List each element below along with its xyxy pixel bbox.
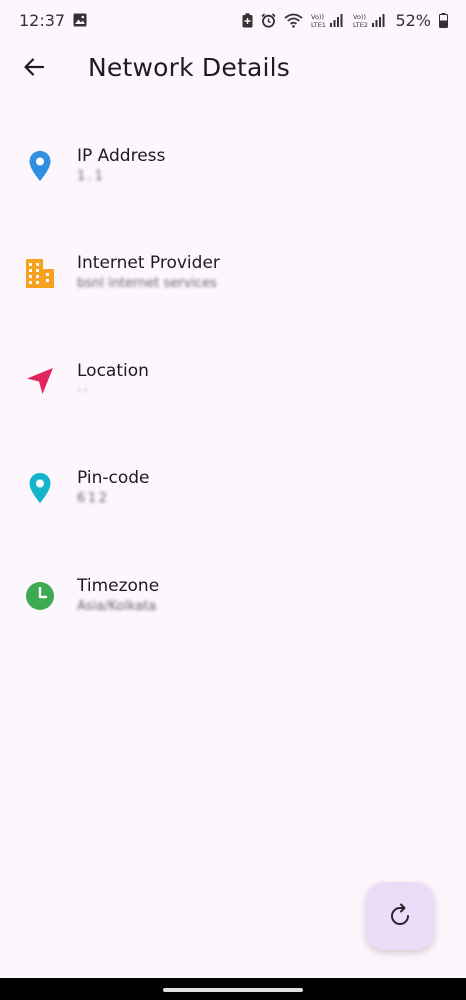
building-icon	[24, 257, 56, 289]
battery-icon	[439, 12, 448, 28]
item-title: Internet Provider	[77, 253, 220, 274]
item-value: Asia/Kolkata	[77, 598, 157, 614]
list-item-text: Pin-code 6 1 2	[77, 467, 150, 509]
alarm-icon	[261, 12, 277, 28]
list-item-text: Location · ·	[77, 360, 149, 402]
clock-icon	[24, 580, 56, 612]
list-item-internet-provider[interactable]: Internet Provider bsnl internet services	[0, 220, 466, 328]
refresh-button[interactable]	[366, 882, 434, 950]
status-time: 12:37	[19, 10, 66, 30]
item-value: 6 1 2	[77, 491, 108, 507]
list-item-ip-address[interactable]: IP Address 1 . 1	[0, 112, 466, 220]
svg-text:Vo)): Vo))	[353, 13, 366, 21]
status-left: 12:37	[19, 11, 87, 30]
item-value: bsnl internet services	[77, 276, 217, 292]
arrow-back-icon	[24, 58, 45, 76]
status-bar: 12:37 Vo)) LTE1 Vo)) LTE2 52%	[0, 0, 466, 40]
battery-saver-icon	[242, 12, 253, 28]
list-item-text: IP Address 1 . 1	[77, 145, 165, 187]
item-title: Timezone	[77, 575, 160, 596]
refresh-icon	[391, 903, 409, 925]
wifi-icon	[284, 13, 304, 28]
location-pin-icon	[24, 150, 56, 182]
svg-text:Vo)): Vo))	[311, 13, 324, 21]
item-title: Location	[77, 360, 149, 381]
list-item-pin-code[interactable]: Pin-code 6 1 2	[0, 435, 466, 543]
item-value: · ·	[77, 383, 88, 399]
sim2-signal-icon: Vo)) LTE2	[353, 12, 387, 28]
list-item-text: Internet Provider bsnl internet services	[77, 252, 220, 294]
back-button[interactable]	[14, 47, 54, 87]
item-value: 1 . 1	[77, 168, 103, 184]
network-details-screen: 12:37 Vo)) LTE1 Vo)) LTE2 52% Network De…	[0, 0, 466, 1000]
item-title: Pin-code	[77, 468, 150, 489]
app-bar: Network Details	[0, 40, 466, 94]
list-item-timezone[interactable]: Timezone Asia/Kolkata	[0, 542, 466, 650]
status-right: Vo)) LTE1 Vo)) LTE2 52%	[242, 11, 448, 30]
home-gesture-handle[interactable]	[163, 988, 303, 992]
list-item-location[interactable]: Location · ·	[0, 327, 466, 435]
svg-text:LTE2: LTE2	[353, 21, 368, 28]
gallery-icon	[73, 13, 87, 27]
sim1-signal-icon: Vo)) LTE1	[311, 12, 345, 28]
location-pin-icon	[24, 472, 56, 504]
item-title: IP Address	[77, 145, 166, 166]
navigation-arrow-icon	[24, 365, 56, 397]
svg-text:LTE1: LTE1	[311, 21, 326, 28]
battery-percent: 52%	[395, 10, 431, 30]
list-item-text: Timezone Asia/Kolkata	[77, 575, 159, 617]
page-title: Network Details	[88, 52, 290, 82]
network-details-list: IP Address 1 . 1 Internet Provider bsnl …	[0, 112, 466, 650]
